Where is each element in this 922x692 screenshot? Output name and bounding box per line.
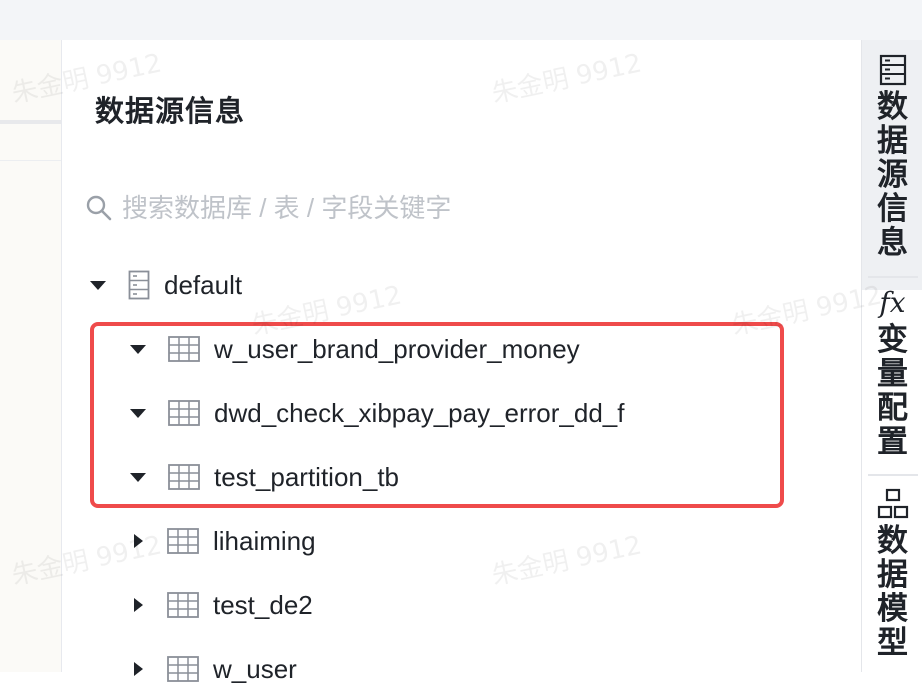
chevron-down-icon[interactable] xyxy=(130,472,146,482)
left-pane-divider-thin xyxy=(0,160,61,161)
tree-table-row[interactable]: test_partition_tb xyxy=(130,454,399,500)
search-icon xyxy=(84,193,114,223)
chevron-right-icon[interactable] xyxy=(134,662,143,676)
search-input[interactable] xyxy=(120,191,544,225)
right-sidebar: 数据源信息 fx 变量配置 数据模型 xyxy=(861,40,922,672)
tree-label: dwd_check_xibpay_pay_error_dd_f xyxy=(214,397,625,428)
chevron-down-icon[interactable] xyxy=(130,344,146,354)
table-icon xyxy=(168,336,200,362)
tab-divider xyxy=(868,474,918,476)
table-icon xyxy=(167,592,199,618)
tree-database-default[interactable]: default xyxy=(90,262,242,308)
tree-label: lihaiming xyxy=(213,525,316,556)
model-icon xyxy=(877,488,909,520)
left-pane-divider xyxy=(0,120,61,124)
tree-table-row[interactable]: test_de2 xyxy=(130,582,313,628)
chevron-down-icon[interactable] xyxy=(130,408,146,418)
tree-label: test_partition_tb xyxy=(214,461,400,492)
tree-label: default xyxy=(164,269,243,300)
tab-label: 数据模型 xyxy=(877,523,908,660)
chevron-down-icon[interactable] xyxy=(90,280,106,290)
database-icon xyxy=(128,270,150,300)
chevron-right-icon[interactable] xyxy=(134,534,143,548)
top-bar xyxy=(0,0,922,40)
tree-table-row[interactable]: lihaiming xyxy=(130,518,316,564)
tab-divider xyxy=(868,276,918,278)
table-icon xyxy=(167,656,199,682)
search-box[interactable] xyxy=(84,188,544,228)
chevron-right-icon[interactable] xyxy=(134,598,143,612)
tree-table-row[interactable]: w_user_brand_provider_money xyxy=(130,326,580,372)
fx-icon: fx xyxy=(879,286,906,319)
tab-label: 变量配置 xyxy=(877,322,908,459)
table-icon xyxy=(168,400,200,426)
table-icon xyxy=(168,464,200,490)
tab-label: 数据源信息 xyxy=(877,89,908,260)
table-icon xyxy=(167,528,199,554)
tree-label: test_de2 xyxy=(213,589,313,620)
panel-title: 数据源信息 xyxy=(95,96,246,128)
left-pane xyxy=(0,40,62,672)
database-icon xyxy=(877,54,909,86)
tree-label: w_user xyxy=(213,653,297,684)
tab-variable-config[interactable]: fx 变量配置 xyxy=(862,286,922,474)
tree-table-row[interactable]: w_user xyxy=(130,646,297,692)
tree-table-row[interactable]: dwd_check_xibpay_pay_error_dd_f xyxy=(130,390,625,436)
tree-label: w_user_brand_provider_money xyxy=(214,333,580,364)
tab-data-model[interactable]: 数据模型 xyxy=(862,488,922,672)
tab-datasource-info[interactable]: 数据源信息 xyxy=(862,40,922,290)
